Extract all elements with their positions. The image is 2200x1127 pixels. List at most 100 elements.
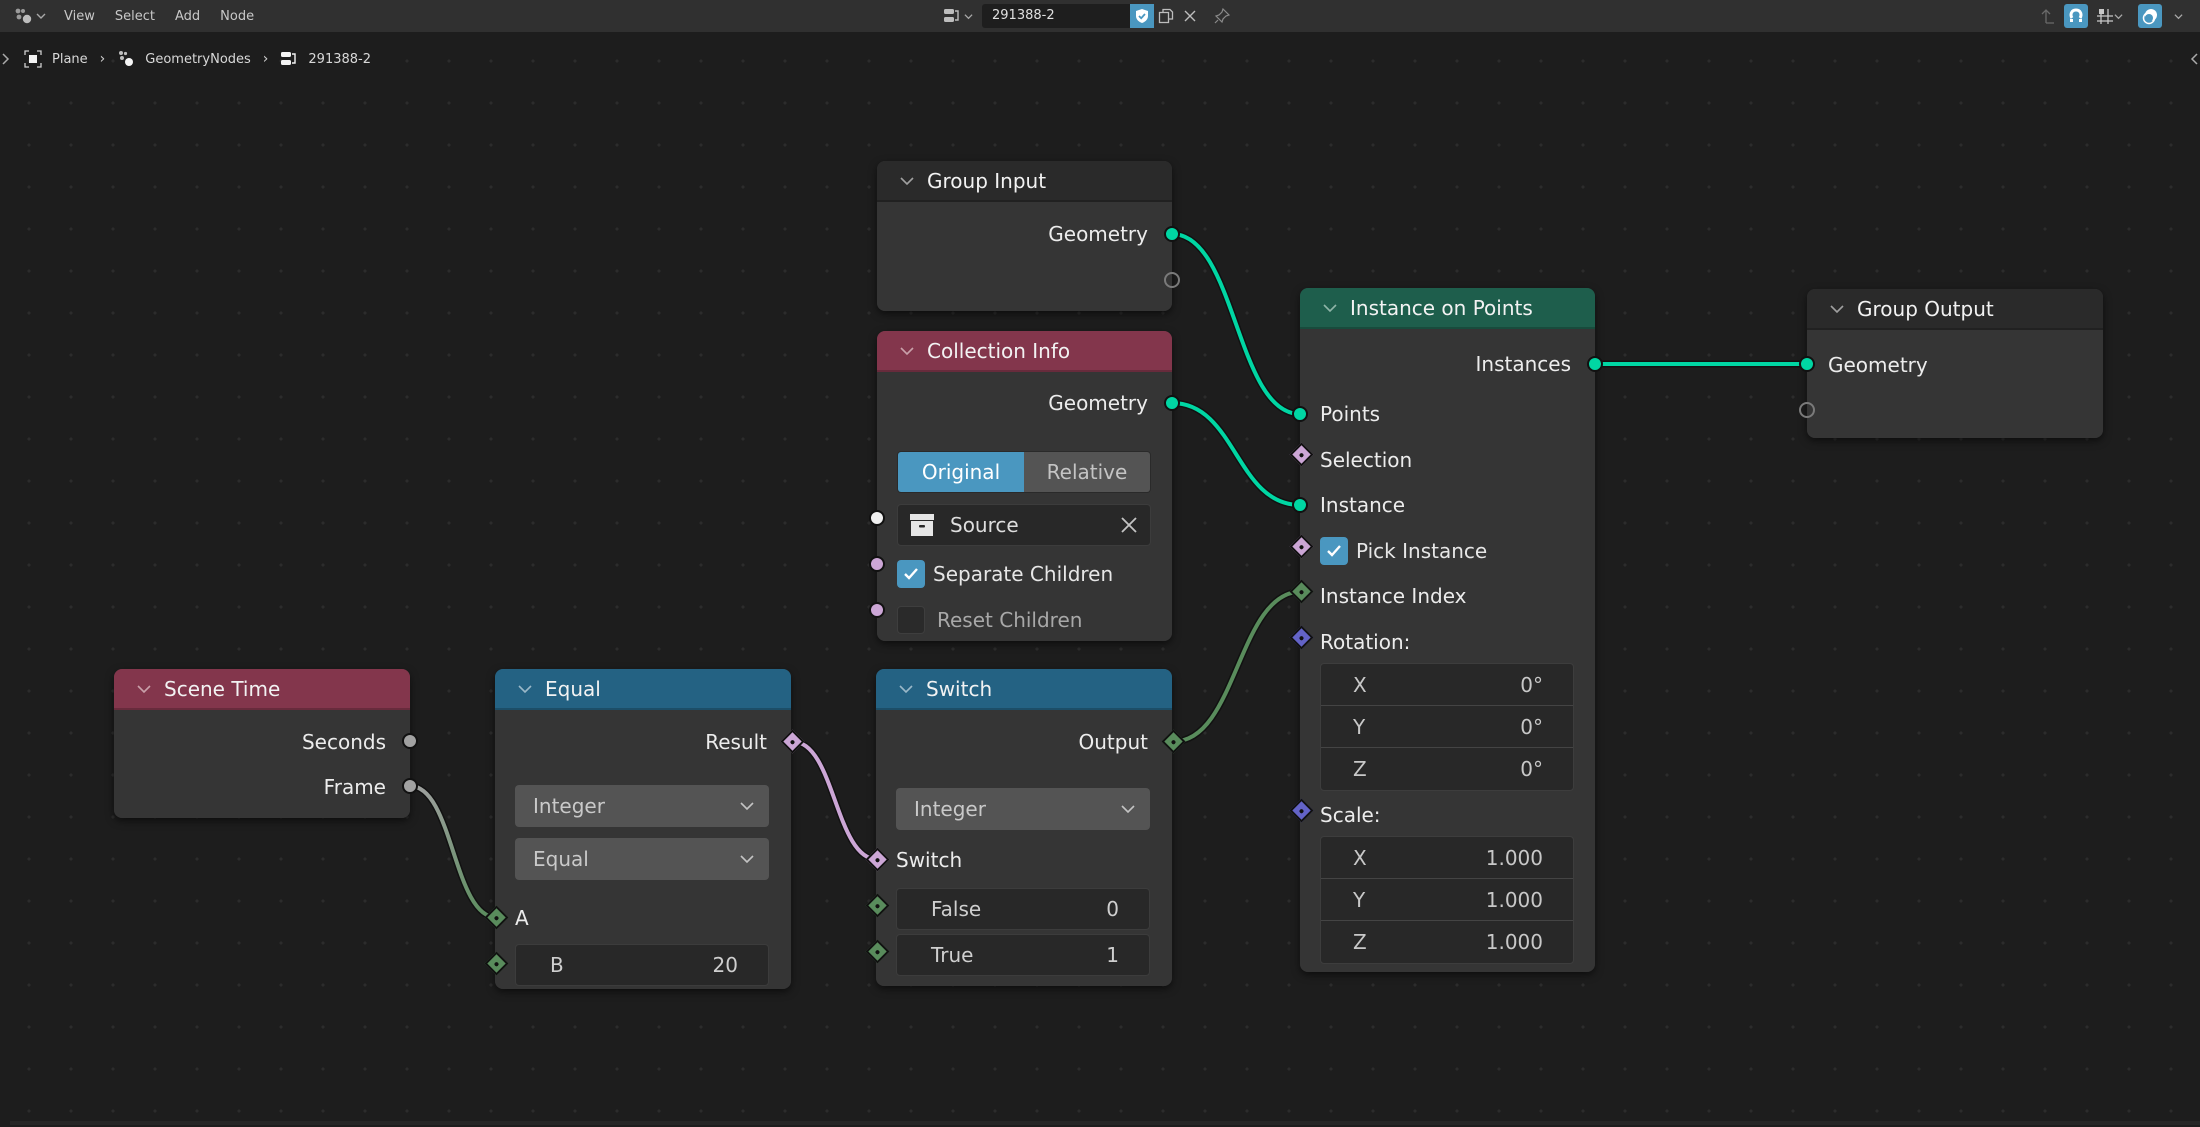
scale-y-field[interactable]: Y 1.000 <box>1321 879 1573 921</box>
axis-label: Y <box>1353 887 1366 912</box>
socket-label: Scale: <box>1320 803 1381 827</box>
pin-button[interactable] <box>1210 4 1234 28</box>
node-collection-info[interactable]: Collection Info Geometry Original Relati… <box>869 331 1180 641</box>
sidebar-expand-icon[interactable] <box>2190 52 2198 66</box>
clear-collection-icon[interactable] <box>1120 516 1138 534</box>
node-title: Scene Time <box>164 676 281 701</box>
socket-reset-children-in[interactable] <box>869 602 885 618</box>
menu-add[interactable]: Add <box>165 9 210 24</box>
field-label: False <box>931 897 982 921</box>
scale-z-field[interactable]: Z 1.000 <box>1321 921 1573 963</box>
dropdown-value: Integer <box>533 794 605 818</box>
socket-separate-children-in[interactable] <box>869 556 885 572</box>
operation-dropdown[interactable]: Equal <box>515 838 769 880</box>
socket-label: Result <box>705 730 767 754</box>
node-scene-time[interactable]: Scene Time Seconds Frame <box>114 669 418 818</box>
socket-virtual-out[interactable] <box>1164 272 1180 288</box>
horizontal-scrollbar[interactable] <box>10 1121 2200 1125</box>
parent-node-tree-button[interactable] <box>2036 4 2060 28</box>
socket-virtual-in[interactable] <box>1799 402 1815 418</box>
close-icon <box>1184 10 1196 22</box>
node-title: Group Output <box>1857 296 1994 321</box>
socket-instance-in[interactable] <box>1292 497 1308 513</box>
socket-label: Frame <box>323 775 386 799</box>
unlink-button[interactable] <box>1178 4 1202 28</box>
pick-instance-label: Pick Instance <box>1356 539 1488 563</box>
socket-label: Instances <box>1475 352 1572 376</box>
collapse-chevron-icon[interactable] <box>517 681 533 697</box>
node-group-input[interactable]: Group Input Geometry <box>877 161 1180 311</box>
node-header[interactable]: Instance on Points <box>1300 288 1595 329</box>
header-right-tools <box>2036 4 2190 28</box>
socket-seconds-out[interactable] <box>402 733 418 749</box>
node-tree-name-field[interactable]: 291388-2 <box>982 4 1130 28</box>
collapse-chevron-icon[interactable] <box>899 173 915 189</box>
socket-geometry-out[interactable] <box>1164 226 1180 242</box>
rotation-z-field[interactable]: Z 0° <box>1321 748 1573 790</box>
data-type-dropdown[interactable]: Integer <box>896 788 1150 830</box>
snap-toggle[interactable] <box>2064 4 2088 28</box>
separate-children-row: Separate Children <box>877 559 1172 589</box>
separate-children-checkbox[interactable] <box>897 560 925 588</box>
pick-instance-checkbox[interactable] <box>1320 537 1348 565</box>
node-title: Equal <box>545 676 601 701</box>
menu-view[interactable]: View <box>54 9 105 24</box>
collapse-chevron-icon[interactable] <box>1322 300 1338 316</box>
checkmark-icon <box>1327 545 1341 557</box>
transform-space-original[interactable]: Original <box>898 452 1024 492</box>
parent-arrow-icon <box>2041 9 2054 24</box>
menu-select[interactable]: Select <box>105 9 165 24</box>
node-compare-equal[interactable]: Equal Result Integer Equal A B 20 <box>484 669 805 989</box>
collapse-chevron-icon[interactable] <box>899 343 915 359</box>
scale-x-field[interactable]: X 1.000 <box>1321 837 1573 879</box>
socket-collection-in[interactable] <box>869 510 885 526</box>
socket-geometry-in[interactable] <box>1799 356 1815 372</box>
editor-type-selector[interactable] <box>14 7 46 25</box>
node-header[interactable]: Equal <box>495 669 791 710</box>
false-value-field[interactable]: False 0 <box>896 888 1150 930</box>
chevron-down-icon <box>740 802 754 811</box>
overlays-dropdown[interactable] <box>2166 4 2190 28</box>
socket-instances-out[interactable] <box>1587 356 1603 372</box>
input-b-field[interactable]: B 20 <box>515 944 769 986</box>
socket-label: Switch <box>896 848 963 872</box>
node-group-output[interactable]: Group Output Geometry <box>1799 289 2103 438</box>
input-instance-index: Instance Index <box>1300 581 1595 611</box>
output-frame: Frame <box>114 772 410 802</box>
rotation-x-field[interactable]: X 0° <box>1321 664 1573 706</box>
socket-frame-out[interactable] <box>402 778 418 794</box>
node-header[interactable]: Scene Time <box>114 669 410 710</box>
rotation-y-field[interactable]: Y 0° <box>1321 706 1573 748</box>
transform-space-relative[interactable]: Relative <box>1024 452 1150 492</box>
overlays-toggle[interactable] <box>2138 4 2162 28</box>
duplicate-button[interactable] <box>1154 4 1178 28</box>
snap-element-dropdown[interactable] <box>2092 4 2126 28</box>
socket-geometry-out[interactable] <box>1164 395 1180 411</box>
collapse-chevron-icon[interactable] <box>136 681 152 697</box>
toolbar-expand-icon[interactable] <box>2 52 10 66</box>
fake-user-toggle[interactable] <box>1130 4 1154 28</box>
node-tree-icon <box>943 9 959 22</box>
chevron-down-icon <box>2113 13 2123 19</box>
menu-node[interactable]: Node <box>210 9 264 24</box>
node-instance-on-points[interactable]: Instance on Points Instances Points Sele… <box>1289 288 1603 972</box>
input-scale: Scale: <box>1300 800 1595 830</box>
chevron-down-icon <box>963 13 973 19</box>
data-type-dropdown[interactable]: Integer <box>515 785 769 827</box>
chevron-down-icon <box>2173 13 2183 19</box>
collapse-chevron-icon[interactable] <box>898 681 914 697</box>
node-header[interactable]: Group Input <box>877 161 1172 202</box>
socket-points-in[interactable] <box>1292 406 1308 422</box>
node-header[interactable]: Group Output <box>1807 289 2103 330</box>
input-geometry: Geometry <box>1807 350 2103 380</box>
output-instances: Instances <box>1300 349 1595 379</box>
node-tree-browse-button[interactable] <box>940 4 974 28</box>
socket-label: Rotation: <box>1320 630 1411 654</box>
collapse-chevron-icon[interactable] <box>1829 301 1845 317</box>
node-header[interactable]: Collection Info <box>877 331 1172 372</box>
node-header[interactable]: Switch <box>876 669 1172 710</box>
true-value-field[interactable]: True 1 <box>896 934 1150 976</box>
node-switch[interactable]: Switch Output Integer Switch False 0 Tru… <box>865 669 1186 986</box>
collection-field[interactable]: Source <box>897 504 1151 546</box>
reset-children-checkbox[interactable] <box>897 606 925 634</box>
